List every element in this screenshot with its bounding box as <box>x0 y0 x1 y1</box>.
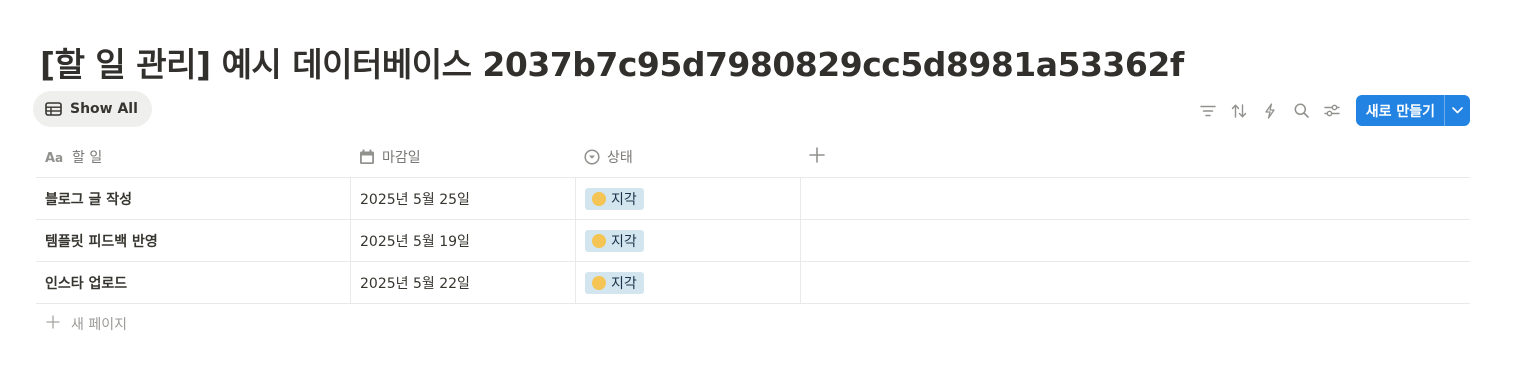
empty-cell <box>800 220 1470 261</box>
deadline-cell[interactable]: 2025년 5월 19일 <box>350 220 575 261</box>
column-header-deadline[interactable]: 마감일 <box>350 137 575 177</box>
task-name-cell[interactable]: 템플릿 피드백 반영 <box>36 220 350 261</box>
empty-cell <box>800 262 1470 303</box>
status-badge: 지각 <box>585 187 644 210</box>
sort-icon[interactable] <box>1224 95 1255 126</box>
status-badge: 지각 <box>585 271 644 294</box>
svg-text:A: A <box>45 151 55 164</box>
deadline-value: 2025년 5월 22일 <box>360 275 470 292</box>
plus-icon <box>46 315 60 333</box>
task-name: 템플릿 피드백 반영 <box>45 233 158 250</box>
column-header-task[interactable]: A a 할 일 <box>36 137 350 177</box>
settings-sliders-icon[interactable] <box>1317 95 1348 126</box>
task-name: 인스타 업로드 <box>45 275 128 292</box>
new-page-label: 새 페이지 <box>71 317 127 333</box>
database-table: A a 할 일 마감일 상태 블로그 글 작성 2025년 5월 25일 지각 … <box>36 137 1470 304</box>
status-dot-icon <box>592 275 606 290</box>
status-label: 지각 <box>611 191 637 208</box>
column-header-label: 할 일 <box>72 150 103 166</box>
new-record-button-group: 새로 만들기 <box>1355 95 1470 126</box>
view-tab-label: Show All <box>70 101 138 117</box>
table-row[interactable]: 템플릿 피드백 반영 2025년 5월 19일 지각 <box>36 220 1470 262</box>
status-label: 지각 <box>611 233 637 250</box>
status-label: 지각 <box>611 275 637 292</box>
calendar-icon <box>359 149 375 165</box>
empty-cell <box>800 178 1470 219</box>
deadline-value: 2025년 5월 25일 <box>360 191 470 208</box>
status-cell[interactable]: 지각 <box>575 262 800 303</box>
table-icon <box>45 102 62 116</box>
database-toolbar: 새로 만들기 <box>1193 95 1470 126</box>
svg-text:a: a <box>55 151 63 164</box>
status-icon <box>584 149 600 165</box>
column-header-status[interactable]: 상태 <box>575 137 800 177</box>
table-header: A a 할 일 마감일 상태 <box>36 137 1470 178</box>
status-cell[interactable]: 지각 <box>575 178 800 219</box>
task-name-cell[interactable]: 인스타 업로드 <box>36 262 350 303</box>
view-tab-show-all[interactable]: Show All <box>33 91 152 127</box>
search-icon[interactable] <box>1286 95 1317 126</box>
new-page-button[interactable]: 새 페이지 <box>46 313 127 335</box>
column-header-label: 마감일 <box>382 150 421 166</box>
status-cell[interactable]: 지각 <box>575 220 800 261</box>
new-record-button[interactable]: 새로 만들기 <box>1356 95 1444 126</box>
add-property-button[interactable] <box>800 137 1470 177</box>
status-dot-icon <box>592 233 606 248</box>
status-dot-icon <box>592 191 606 206</box>
deadline-cell[interactable]: 2025년 5월 22일 <box>350 262 575 303</box>
column-header-label: 상태 <box>607 150 633 166</box>
lightning-icon[interactable] <box>1255 95 1286 126</box>
table-row[interactable]: 블로그 글 작성 2025년 5월 25일 지각 <box>36 178 1470 220</box>
task-name: 블로그 글 작성 <box>45 191 133 208</box>
status-badge: 지각 <box>585 229 644 252</box>
deadline-cell[interactable]: 2025년 5월 25일 <box>350 178 575 219</box>
filter-icon[interactable] <box>1193 95 1224 126</box>
plus-icon <box>808 146 826 168</box>
page-title: [할 일 관리] 예시 데이터베이스 2037b7c95d7980829cc5d… <box>40 45 1184 84</box>
table-row[interactable]: 인스타 업로드 2025년 5월 22일 지각 <box>36 262 1470 304</box>
task-name-cell[interactable]: 블로그 글 작성 <box>36 178 350 219</box>
chevron-down-icon[interactable] <box>1444 95 1470 126</box>
deadline-value: 2025년 5월 19일 <box>360 233 470 250</box>
text-aa-icon: A a <box>45 150 65 164</box>
